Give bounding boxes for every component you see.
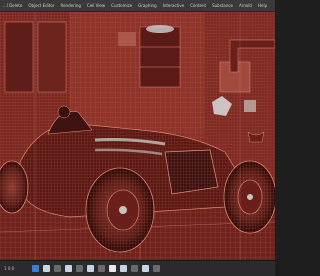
menu-item[interactable]: Arnold [236,0,255,11]
menu-item[interactable]: Customize [108,0,135,11]
steering-wheel [57,105,71,119]
rotate-tool-icon[interactable] [54,265,61,272]
select-tool-icon[interactable] [32,265,39,272]
frame-readout: 1 0:0 [4,266,15,271]
scale-tool-icon[interactable] [65,265,72,272]
menu-bar: ...l Delete Object Editor Rendering Cell Vi… [0,0,275,12]
menu-item[interactable]: Content [187,0,209,11]
snap-curve-icon[interactable] [87,265,94,272]
poster [118,32,136,46]
menu-item[interactable]: Interactive [160,0,188,11]
outliner-icon[interactable] [142,265,149,272]
render-settings-icon[interactable] [120,265,127,272]
menu-item[interactable]: Rendering [57,0,83,11]
attribute-editor-icon[interactable] [153,265,160,272]
wheel-front-left [223,160,275,234]
wheel-rear [0,160,29,214]
menu-item[interactable]: Graphing [135,0,159,11]
menu-item[interactable]: Object Editor [25,0,57,11]
menu-item[interactable]: Cell View [84,0,108,11]
menu-item[interactable]: Substance [209,0,236,11]
cabinet-door [4,21,34,93]
cabinet-door [37,21,67,93]
ceiling-lamp [146,25,174,33]
menu-item[interactable]: Help [255,0,270,11]
snap-grid-icon[interactable] [76,265,83,272]
menu-item[interactable]: ...l Delete [0,0,25,11]
viewport-render [0,12,275,260]
render-icon[interactable] [109,265,116,272]
wheel-front-right [85,167,155,253]
move-tool-icon[interactable] [43,265,50,272]
hypershade-icon[interactable] [131,265,138,272]
snap-point-icon[interactable] [98,265,105,272]
status-line: 1 0:0 [0,260,275,276]
shelf-unit [139,26,181,88]
3d-viewport[interactable] [0,12,275,260]
